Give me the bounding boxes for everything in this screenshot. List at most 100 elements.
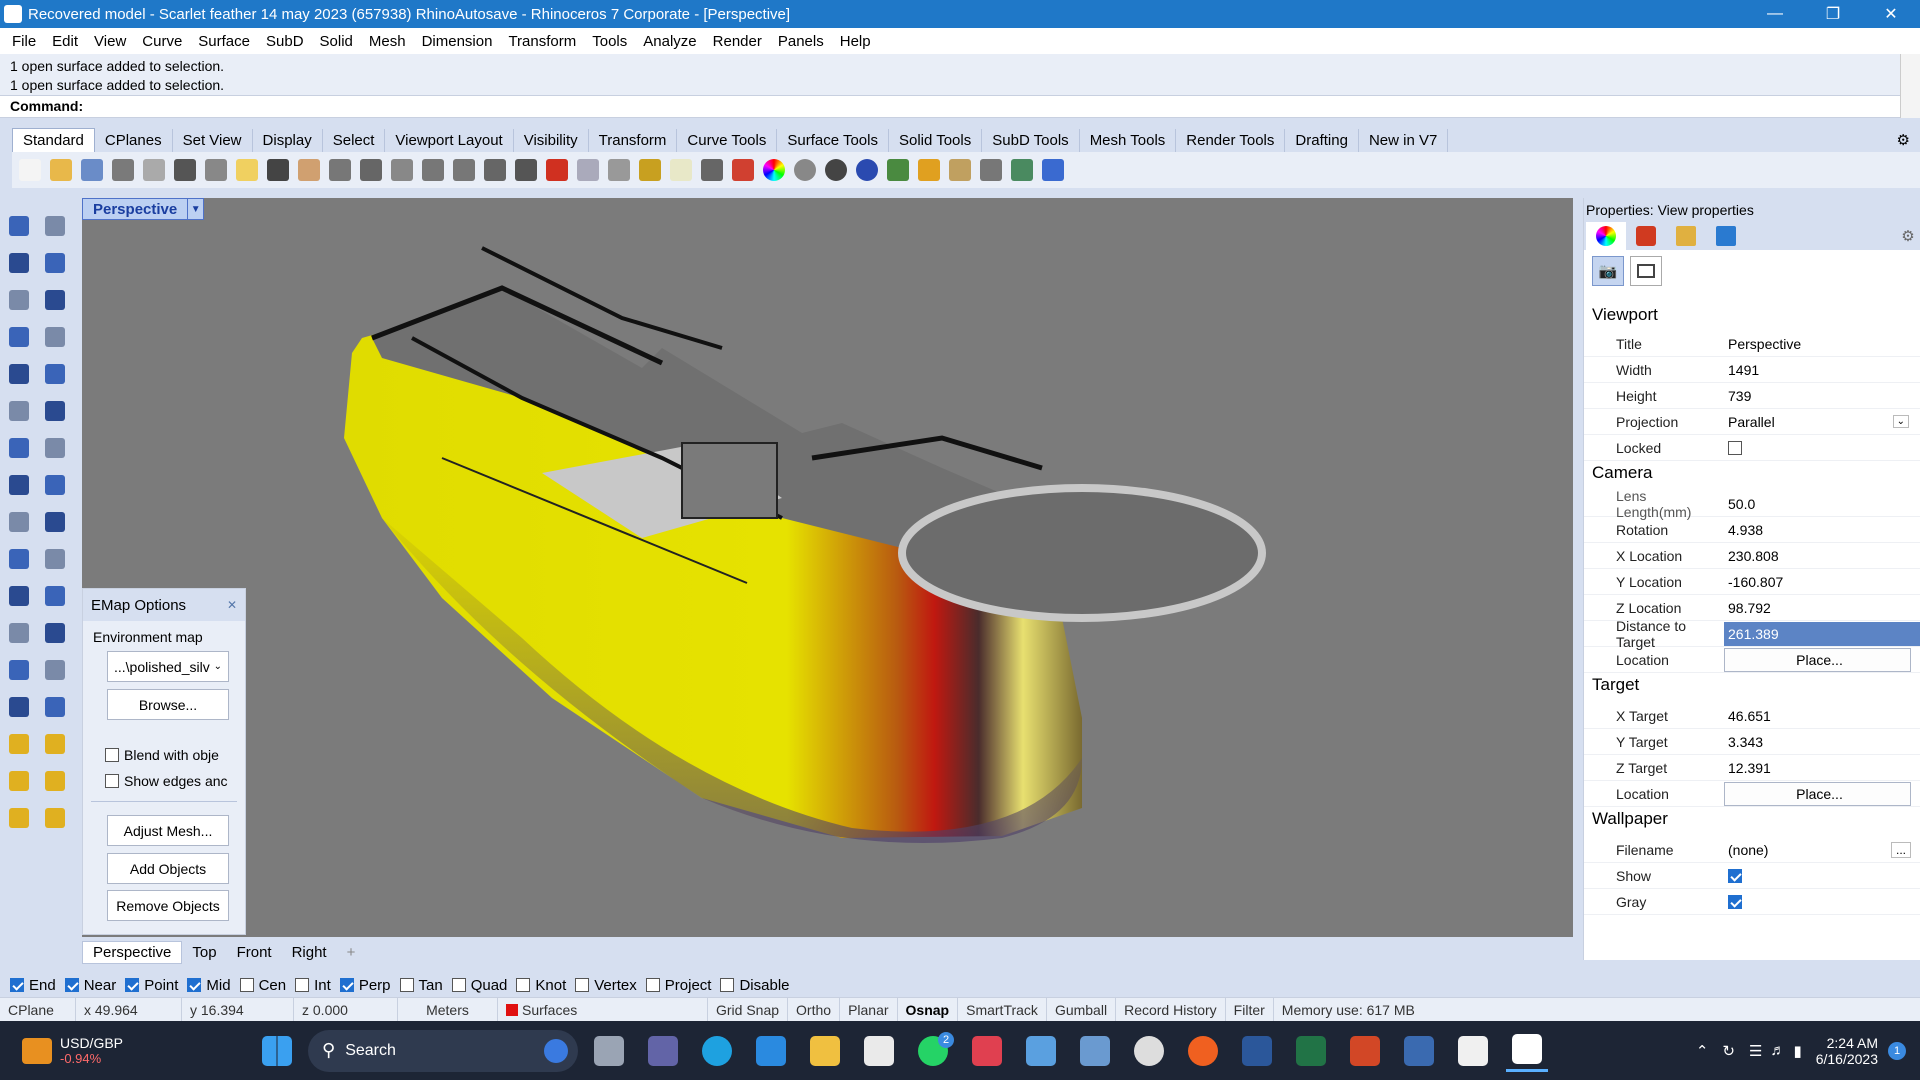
- menu-help[interactable]: Help: [832, 33, 879, 50]
- osnap-checkbox[interactable]: [645, 978, 660, 992]
- show-edges-checkbox-box[interactable]: [105, 774, 119, 788]
- mesh-icon[interactable]: [42, 472, 68, 498]
- check-icon[interactable]: [42, 768, 68, 794]
- menu-subd[interactable]: SubD: [258, 33, 312, 50]
- tab-surface-tools[interactable]: Surface Tools: [777, 129, 889, 152]
- join-icon[interactable]: [42, 546, 68, 572]
- open-file-icon[interactable]: [45, 155, 76, 185]
- hatch-icon[interactable]: [42, 694, 68, 720]
- status-osnap[interactable]: Osnap: [898, 998, 959, 1021]
- save-icon[interactable]: [76, 155, 107, 185]
- edge-browser-icon[interactable]: [696, 1030, 738, 1072]
- remove-objects-button[interactable]: Remove Objects: [107, 890, 229, 921]
- word-icon[interactable]: [1236, 1030, 1278, 1072]
- shade-icon[interactable]: [789, 155, 820, 185]
- sync-icon[interactable]: ↻: [1722, 1042, 1735, 1060]
- battery-icon[interactable]: ▮: [1793, 1042, 1801, 1060]
- pan-icon[interactable]: [324, 155, 355, 185]
- snap-icon[interactable]: [634, 155, 665, 185]
- status-layer[interactable]: Surfaces: [498, 998, 708, 1021]
- menu-panels[interactable]: Panels: [770, 33, 832, 50]
- osnap-mid[interactable]: Mid: [187, 977, 231, 994]
- firefox-icon[interactable]: [1182, 1030, 1224, 1072]
- material-icon[interactable]: [42, 805, 68, 831]
- osnap-checkbox[interactable]: [339, 978, 354, 992]
- task-view-icon[interactable]: [588, 1030, 630, 1072]
- prop-projection-select[interactable]: Parallel ⌄: [1724, 410, 1920, 434]
- osnap-quad[interactable]: Quad: [451, 977, 507, 994]
- trim-icon[interactable]: [42, 509, 68, 535]
- color-wheel-icon[interactable]: [758, 155, 789, 185]
- viewport-title[interactable]: Perspective: [82, 198, 189, 220]
- prop-height-value[interactable]: 739: [1724, 384, 1920, 408]
- command-history[interactable]: 1 open surface added to selection. 1 ope…: [0, 54, 1900, 96]
- point-icon[interactable]: [42, 213, 68, 239]
- osnap-project[interactable]: Project: [645, 977, 711, 994]
- ellipse-icon[interactable]: [42, 287, 68, 313]
- tab-set-view[interactable]: Set View: [173, 129, 253, 152]
- notification-count[interactable]: 1: [1888, 1041, 1906, 1060]
- pan-hand-icon[interactable]: [293, 155, 324, 185]
- prop-y-target-value[interactable]: 3.343: [1724, 730, 1920, 754]
- edit-surface-icon[interactable]: [42, 398, 68, 424]
- cut-icon[interactable]: [169, 155, 200, 185]
- car-icon[interactable]: [541, 155, 572, 185]
- zoom-extents-icon[interactable]: [417, 155, 448, 185]
- status-filter[interactable]: Filter: [1226, 998, 1274, 1021]
- prop-z-location-value[interactable]: 98.792: [1724, 596, 1920, 620]
- rhino-6-icon[interactable]: [1452, 1030, 1494, 1072]
- curve-icon[interactable]: [42, 250, 68, 276]
- blend-checkbox[interactable]: Blend with obje: [105, 747, 235, 763]
- environment-icon[interactable]: [882, 155, 913, 185]
- tab-drafting[interactable]: Drafting: [1285, 129, 1359, 152]
- status-grid-snap[interactable]: Grid Snap: [708, 998, 789, 1021]
- menu-analyze[interactable]: Analyze: [635, 33, 704, 50]
- prop-title-value[interactable]: Perspective: [1724, 332, 1920, 356]
- tab-curve-tools[interactable]: Curve Tools: [677, 129, 778, 152]
- tab-mesh-tools[interactable]: Mesh Tools: [1080, 129, 1177, 152]
- zoom-selected-icon[interactable]: [448, 155, 479, 185]
- browse-button[interactable]: Browse...: [107, 689, 229, 720]
- wifi-icon[interactable]: ☰: [1749, 1042, 1762, 1060]
- four-view-icon[interactable]: [510, 155, 541, 185]
- text-icon[interactable]: [6, 657, 32, 683]
- clock-app-icon[interactable]: [1128, 1030, 1170, 1072]
- whatsapp-icon[interactable]: 2: [912, 1030, 954, 1072]
- menu-render[interactable]: Render: [705, 33, 770, 50]
- tab-new-in-v7[interactable]: New in V7: [1359, 129, 1449, 152]
- perspective-viewport[interactable]: [82, 198, 1573, 937]
- analyze-icon[interactable]: [6, 768, 32, 794]
- menu-edit[interactable]: Edit: [44, 33, 86, 50]
- menu-curve[interactable]: Curve: [134, 33, 190, 50]
- status-units[interactable]: Meters: [398, 998, 498, 1021]
- tab-subd-tools[interactable]: SubD Tools: [982, 129, 1080, 152]
- settings-gear-icon[interactable]: [944, 155, 975, 185]
- locked-checkbox[interactable]: [1728, 440, 1742, 455]
- menu-tools[interactable]: Tools: [584, 33, 635, 50]
- paste-icon[interactable]: [231, 155, 262, 185]
- osnap-checkbox[interactable]: [451, 978, 466, 992]
- zoom-icon[interactable]: [355, 155, 386, 185]
- status-record-history[interactable]: Record History: [1116, 998, 1226, 1021]
- tab-viewport-layout[interactable]: Viewport Layout: [385, 129, 514, 152]
- array-grid-icon[interactable]: [6, 731, 32, 757]
- add-objects-button[interactable]: Add Objects: [107, 853, 229, 884]
- start-windows-icon[interactable]: [256, 1030, 298, 1072]
- prop-x-location-value[interactable]: 230.808: [1724, 544, 1920, 568]
- group-icon[interactable]: [6, 583, 32, 609]
- viewport-tab-top[interactable]: Top: [182, 942, 226, 963]
- split-icon[interactable]: [6, 546, 32, 572]
- maximize-button[interactable]: ❐: [1804, 0, 1862, 28]
- material-icon[interactable]: [727, 155, 758, 185]
- polygon-icon[interactable]: [6, 361, 32, 387]
- menu-solid[interactable]: Solid: [312, 33, 361, 50]
- fillet-curve-icon[interactable]: [42, 361, 68, 387]
- snipping-tool-icon[interactable]: [966, 1030, 1008, 1072]
- menu-dimension[interactable]: Dimension: [414, 33, 501, 50]
- command-input[interactable]: Command:: [0, 96, 1900, 118]
- viewport-tab-perspective[interactable]: Perspective: [82, 940, 183, 964]
- rotate-view-icon[interactable]: [479, 155, 510, 185]
- excel-icon[interactable]: [1290, 1030, 1332, 1072]
- osnap-checkbox[interactable]: [10, 978, 24, 992]
- boolean-icon[interactable]: [42, 435, 68, 461]
